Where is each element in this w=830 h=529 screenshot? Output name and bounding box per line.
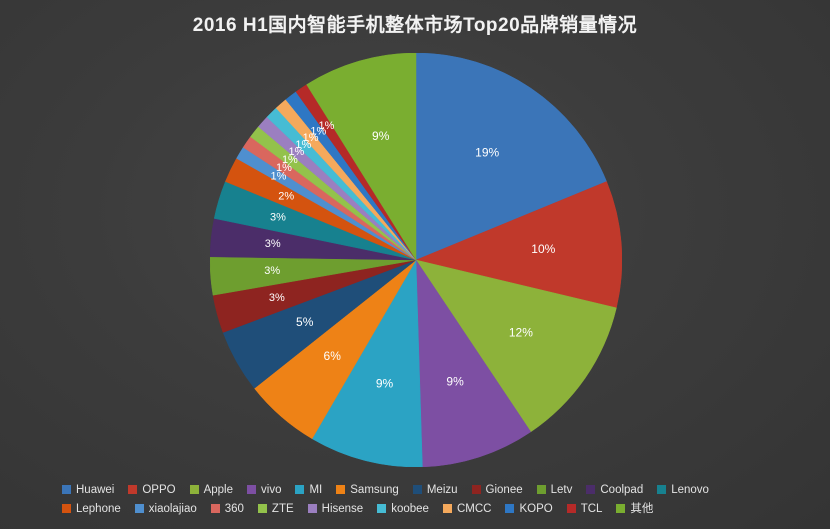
legend-item-oppo[interactable]: OPPO (128, 480, 176, 499)
pie-slice-label: 3% (265, 238, 281, 250)
legend-item-label: 360 (224, 502, 244, 515)
legend-item-xiaolajiao[interactable]: xiaolajiao (134, 499, 197, 518)
legend-item-label: KOPO (519, 502, 553, 515)
legend-row-2: Lephone xiaolajiao 360 ZTE Hisense koobee CMCC… (62, 499, 768, 518)
legend-swatch-icon (247, 485, 257, 494)
legend-row-1: Huawei OPPO Apple vivo MI Samsung Meizu Gionee L… (62, 480, 768, 499)
legend-item-label: Samsung (350, 483, 399, 496)
legend-item-samsung[interactable]: Samsung (336, 480, 399, 499)
legend-item-其他[interactable]: 其他 (616, 499, 653, 518)
legend-swatch-icon (657, 485, 667, 494)
legend-item-label: Meizu (426, 483, 458, 496)
pie-slice-label: 6% (324, 349, 342, 363)
pie-slice-label: 12% (509, 325, 533, 339)
legend-item-tcl[interactable]: TCL (566, 499, 603, 518)
legend-item-huawei[interactable]: Huawei (62, 480, 114, 499)
pie-slice-label: 3% (269, 292, 285, 304)
legend-item-apple[interactable]: Apple (189, 480, 234, 499)
legend-item-label: ZTE (271, 502, 294, 515)
legend-swatch-icon (616, 504, 626, 513)
legend-item-gionee[interactable]: Gionee (471, 480, 523, 499)
chart-legend: Huawei OPPO Apple vivo MI Samsung Meizu Gionee L… (0, 480, 830, 518)
legend-swatch-icon (471, 485, 481, 494)
legend-item-meizu[interactable]: Meizu (412, 480, 458, 499)
legend-item-label: Hisense (321, 502, 364, 515)
pie-slice-label: 1% (319, 120, 335, 132)
legend-item-zte[interactable]: ZTE (257, 499, 294, 518)
legend-item-label: Gionee (485, 483, 523, 496)
legend-item-cmcc[interactable]: CMCC (442, 499, 492, 518)
legend-swatch-icon (586, 485, 596, 494)
legend-item-lenovo[interactable]: Lenovo (657, 480, 709, 499)
legend-swatch-icon (505, 504, 515, 513)
legend-swatch-icon (189, 485, 199, 494)
pie-slice-label: 9% (446, 374, 464, 388)
legend-item-label: koobee (391, 502, 429, 515)
pie-slice-label: 9% (372, 129, 390, 143)
legend-swatch-icon (295, 485, 305, 494)
legend-swatch-icon (134, 504, 144, 513)
pie-chart: 19% 10% 12% 9% 9% 6% 5% 3% 3% 3% 3% 2% 1% 1% 1% 1% 1% 1% 1… (210, 53, 622, 467)
legend-item-label: OPPO (142, 483, 176, 496)
legend-item-label: Apple (203, 483, 234, 496)
legend-item-lephone[interactable]: Lephone (62, 499, 121, 518)
legend-item-mi[interactable]: MI (295, 480, 322, 499)
legend-item-label: MI (309, 483, 323, 496)
pie-chart-svg: 19%10%12%9%9%6%5%3%3%3%3%2%1%1%1%1%1%1%1… (210, 53, 622, 467)
legend-swatch-icon (536, 485, 546, 494)
legend-item-360[interactable]: 360 (210, 499, 244, 518)
legend-item-label: CMCC (456, 502, 492, 515)
legend-item-hisense[interactable]: Hisense (307, 499, 364, 518)
legend-item-label: Lephone (76, 502, 121, 515)
pie-slice-label: 10% (531, 242, 555, 256)
legend-swatch-icon (412, 485, 422, 494)
legend-swatch-icon (62, 504, 71, 513)
legend-item-coolpad[interactable]: Coolpad (586, 480, 643, 499)
legend-item-kopo[interactable]: KOPO (505, 499, 553, 518)
legend-swatch-icon (128, 485, 138, 494)
legend-item-label: xiaolajiao (148, 502, 197, 515)
legend-swatch-icon (566, 504, 576, 513)
pie-slice-label: 5% (296, 315, 314, 329)
legend-item-label: TCL (580, 502, 603, 515)
pie-slice-label: 3% (264, 265, 280, 277)
pie-slice-group (210, 53, 622, 467)
legend-swatch-icon (307, 504, 317, 513)
legend-item-label: Huawei (76, 483, 115, 496)
legend-item-label: Lenovo (671, 483, 709, 496)
legend-item-vivo[interactable]: vivo (247, 480, 281, 499)
pie-slice-label: 2% (278, 191, 294, 203)
legend-swatch-icon (442, 504, 452, 513)
legend-item-label: vivo (261, 483, 282, 496)
legend-item-koobee[interactable]: koobee (377, 499, 429, 518)
legend-swatch-icon (377, 504, 387, 513)
legend-swatch-icon (62, 485, 71, 494)
pie-slice-label: 19% (475, 146, 499, 160)
pie-slice-label: 3% (270, 212, 286, 224)
page-title: 2016 H1国内智能手机整体市场Top20品牌销量情况 (192, 15, 638, 36)
legend-swatch-icon (336, 485, 346, 494)
legend-item-label: Letv (550, 483, 573, 496)
pie-slice-label: 9% (376, 377, 394, 391)
legend-item-label: 其他 (630, 502, 654, 515)
legend-swatch-icon (210, 504, 220, 513)
legend-item-letv[interactable]: Letv (536, 480, 573, 499)
legend-swatch-icon (257, 504, 267, 513)
legend-item-label: Coolpad (600, 483, 644, 496)
